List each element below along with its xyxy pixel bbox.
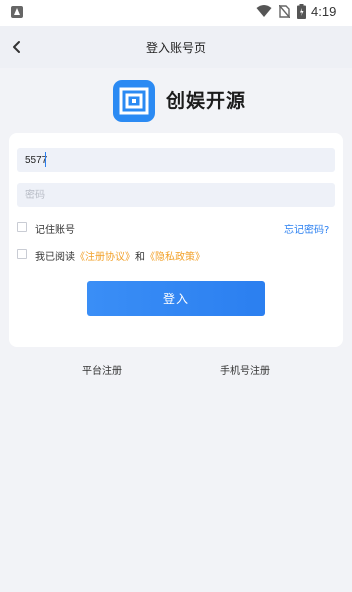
text-caret <box>45 152 46 167</box>
nav-bar: 登入账号页 <box>0 26 352 68</box>
battery-icon <box>297 4 306 19</box>
wifi-icon <box>256 5 272 17</box>
platform-register-link[interactable]: 平台注册 <box>82 362 122 377</box>
login-button[interactable]: 登入 <box>87 281 265 316</box>
agree-terms-checkbox[interactable] <box>17 249 27 259</box>
privacy-policy-link[interactable]: 《隐私政策》 <box>145 252 205 263</box>
page-title: 登入账号页 <box>145 41 206 55</box>
register-agreement-link[interactable]: 《注册协议》 <box>75 252 135 263</box>
brand-name: 创娱开源 <box>166 90 247 112</box>
status-bar: 4:19 <box>0 0 352 26</box>
app-logo-icon <box>113 80 155 122</box>
agreement-text: 我已阅读《注册协议》和《隐私政策》 <box>35 248 205 263</box>
remember-account-label: 记住账号 <box>35 225 75 236</box>
no-sim-icon <box>279 5 290 18</box>
username-input[interactable] <box>17 148 335 172</box>
forgot-password-link[interactable]: 忘记密码? <box>284 221 329 236</box>
remember-account-checkbox[interactable] <box>17 222 27 232</box>
status-time: 4:19 <box>311 4 337 19</box>
password-input[interactable] <box>17 183 335 207</box>
phone-register-link[interactable]: 手机号注册 <box>220 362 270 377</box>
agreement-prefix: 我已阅读 <box>35 252 75 263</box>
app-notification-icon <box>11 6 23 18</box>
agreement-and: 和 <box>135 252 145 263</box>
